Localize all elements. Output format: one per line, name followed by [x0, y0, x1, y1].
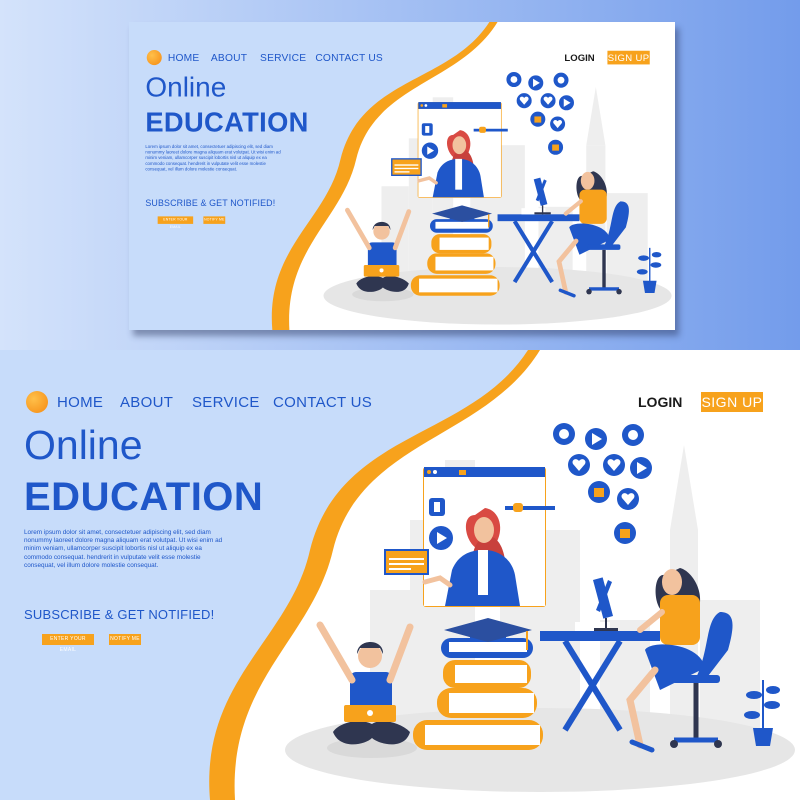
page-preview-frame: HOME ABOUT SERVICE CONTACT US LOGIN SIGN…	[129, 22, 675, 330]
hero-illustration	[129, 22, 675, 330]
nav-about[interactable]: ABOUT	[211, 52, 247, 64]
nav-contact-us[interactable]: CONTACT US	[315, 52, 383, 64]
notify-me-button[interactable]: NOTIFY ME	[109, 634, 141, 645]
subscribe-heading: SUBSCRIBE & GET NOTIFIED!	[145, 197, 276, 209]
sign-up-button[interactable]: SIGN UP	[607, 50, 650, 65]
nav-about[interactable]: ABOUT	[120, 394, 173, 411]
email-input-button[interactable]: ENTER YOUR EMAIL	[42, 634, 94, 653]
email-input-button[interactable]: ENTER YOUR EMAIL	[157, 216, 194, 229]
landing-page: HOME ABOUT SERVICE CONTACT US LOGIN SIGN…	[129, 22, 675, 330]
nav-service[interactable]: SERVICE	[192, 394, 260, 411]
hero-title-line2: EDUCATION	[145, 107, 309, 138]
hero-title-line1: Online	[24, 422, 143, 468]
landing-page: HOME ABOUT SERVICE CONTACT US LOGIN SIGN…	[0, 350, 800, 800]
page-full-view: HOME ABOUT SERVICE CONTACT US LOGIN SIGN…	[0, 350, 800, 800]
hero-illustration	[0, 350, 800, 800]
logo-icon[interactable]	[146, 50, 162, 66]
hero-body-text: Lorem ipsum dolor sit amet, consectetuer…	[24, 529, 223, 569]
login-link[interactable]: LOGIN	[638, 394, 682, 410]
nav-contact-us[interactable]: CONTACT US	[273, 394, 372, 411]
nav-service[interactable]: SERVICE	[260, 52, 306, 64]
hero-body-text: Lorem ipsum dolor sit amet, consectetuer…	[145, 144, 281, 172]
nav-home[interactable]: HOME	[168, 52, 200, 64]
sign-up-button[interactable]: SIGN UP	[701, 392, 763, 412]
subscribe-heading: SUBSCRIBE & GET NOTIFIED!	[24, 607, 215, 622]
hero-title-line2: EDUCATION	[24, 475, 264, 519]
logo-icon[interactable]	[26, 391, 48, 413]
login-link[interactable]: LOGIN	[564, 52, 594, 63]
notify-me-button[interactable]: NOTIFY ME	[203, 216, 226, 224]
hero-title-line1: Online	[145, 71, 227, 103]
nav-home[interactable]: HOME	[57, 394, 103, 411]
